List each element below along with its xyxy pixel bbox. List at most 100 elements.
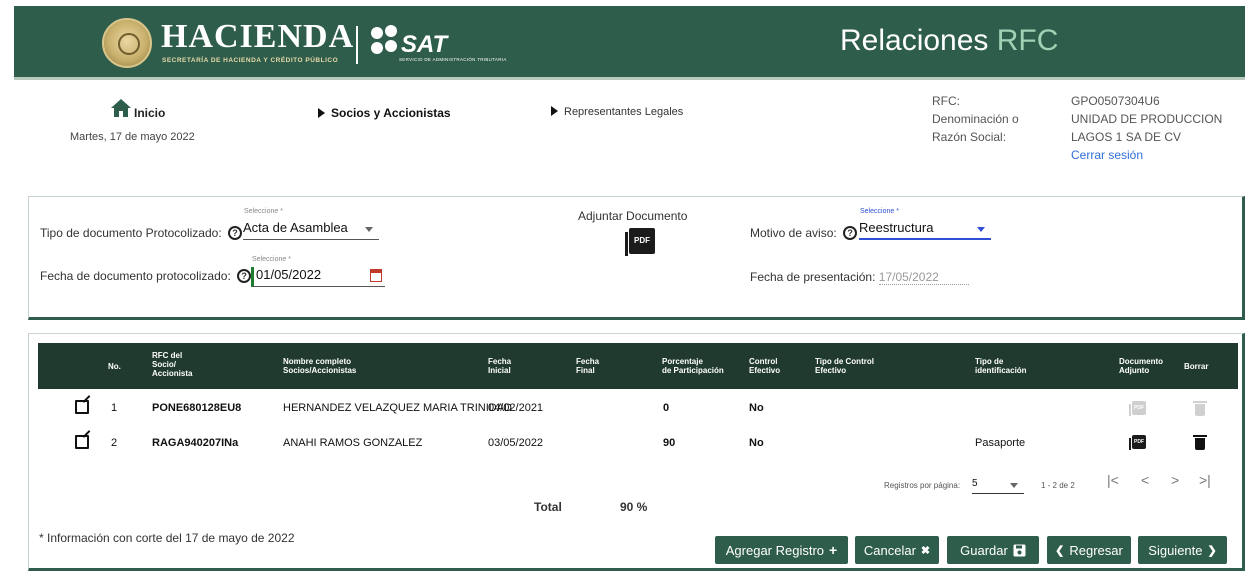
play-icon <box>551 106 558 116</box>
th-fecha-inicial: Fecha Inicial <box>488 357 511 375</box>
app-title-accent: RFC <box>996 24 1059 57</box>
th-fecha-final-line2: Final <box>576 366 595 375</box>
close-icon: ✖ <box>920 544 931 557</box>
th-nombre-line2: Socios/Accionistas <box>283 366 357 375</box>
step-socios-accionistas[interactable]: Socios y Accionistas <box>318 106 451 120</box>
fecha-documento-caption: Seleccione * <box>252 256 291 263</box>
th-fecha-final-line1: Fecha <box>576 357 600 366</box>
table-row: 1 PONE680128EU8 HERNANDEZ VELAZQUEZ MARI… <box>38 390 1238 426</box>
chevron-down-icon <box>365 227 373 232</box>
rfc-label: RFC: <box>932 94 960 108</box>
fecha-presentacion: Fecha de presentación: 17/05/2022 <box>750 270 969 285</box>
cell-nombre: ANAHI RAMOS GONZALEZ <box>283 437 423 449</box>
th-tipo-id-line1: Tipo de <box>975 357 1004 366</box>
step-socios-label: Socios y Accionistas <box>331 106 451 120</box>
cancel-label: Cancelar <box>863 542 916 558</box>
current-date: Martes, 17 de mayo 2022 <box>70 131 195 143</box>
help-icon[interactable]: ? <box>843 226 858 240</box>
th-rfc-line3: Accionista <box>152 369 193 378</box>
back-button[interactable]: ❮ Regresar <box>1047 536 1131 564</box>
pdf-document-icon: PDF <box>1129 401 1146 416</box>
page: HACIENDA SECRETARÍA DE HACIENDA Y CRÉDIT… <box>14 6 1245 571</box>
last-page-button[interactable]: >| <box>1199 472 1211 488</box>
nav-home-link[interactable]: Inicio <box>134 106 165 120</box>
user-info-values: GPO0507304U6 UNIDAD DE PRODUCCION LAGOS … <box>1071 92 1241 164</box>
th-documento-line2: Adjunto <box>1119 366 1150 375</box>
cancel-button[interactable]: Cancelar ✖ <box>855 536 939 564</box>
help-icon[interactable]: ? <box>228 226 243 240</box>
cell-control: No <box>749 402 764 414</box>
cell-control: No <box>749 437 764 449</box>
pdf-upload-icon[interactable]: PDF <box>625 228 655 256</box>
cell-rfc: RAGA940207INa <box>152 437 239 449</box>
add-record-label: Agregar Registro <box>725 542 825 558</box>
plus-icon: + <box>829 542 838 558</box>
chevron-right-icon: ❯ <box>1207 544 1217 557</box>
chevron-left-icon: ❮ <box>1055 544 1065 557</box>
cell-fecha-inicial: 03/05/2022 <box>488 437 544 449</box>
edit-icon[interactable] <box>75 435 89 449</box>
brand-subtitle: SECRETARÍA DE HACIENDA Y CRÉDITO PÚBLICO <box>162 57 339 64</box>
th-tipo-id-line2: identificación <box>975 366 1027 375</box>
cell-tipo-id: Pasaporte <box>975 437 1026 449</box>
next-label: Siguiente <box>1148 542 1203 558</box>
app-title: Relaciones RFC <box>840 24 1058 58</box>
th-porcentaje: Porcentaje de Participación <box>662 357 724 375</box>
first-page-button[interactable]: |< <box>1107 472 1119 488</box>
th-no: No. <box>108 362 121 371</box>
cell-fecha-inicial: 04/02/2021 <box>488 402 544 414</box>
prev-page-button[interactable]: < <box>1141 472 1149 488</box>
page-size-select[interactable]: 5 <box>972 478 1024 494</box>
th-control: Control Efectivo <box>749 357 780 375</box>
next-button[interactable]: Siguiente ❯ <box>1138 536 1227 564</box>
app-title-main: Relaciones <box>840 24 989 57</box>
total-label: Total <box>534 500 562 514</box>
th-documento: Documento Adjunto <box>1119 357 1163 375</box>
government-seal-icon <box>102 18 152 68</box>
denominacion-label: Denominación o <box>932 112 1019 126</box>
help-icon[interactable]: ? <box>237 269 252 283</box>
th-tipo-control: Tipo de Control Efectivo <box>815 357 874 375</box>
chevron-down-icon <box>977 227 985 232</box>
denominacion-value: UNIDAD DE PRODUCCION <box>1071 112 1223 126</box>
step-representantes-legales[interactable]: Representantes Legales <box>551 106 683 118</box>
th-rfc-line2: Socio/ <box>152 360 177 369</box>
tipo-documento-select[interactable]: Acta de Asamblea <box>243 220 379 240</box>
logout-link[interactable]: Cerrar sesión <box>1071 146 1241 164</box>
edit-icon[interactable] <box>75 400 89 414</box>
chevron-down-icon <box>1010 483 1018 488</box>
cell-rfc: PONE680128EU8 <box>152 402 242 414</box>
user-info-labels: RFC: Denominación o Razón Social: <box>932 92 1062 146</box>
th-tipo-id: Tipo de identificación <box>975 357 1027 375</box>
th-porcentaje-line2: de Participación <box>662 366 724 375</box>
save-button[interactable]: Guardar <box>947 536 1039 564</box>
top-header: HACIENDA SECRETARÍA DE HACIENDA Y CRÉDIT… <box>14 6 1245 80</box>
th-fecha-inicial-line2: Inicial <box>488 366 511 375</box>
home-icon[interactable] <box>110 98 132 118</box>
tipo-documento-value: Acta de Asamblea <box>243 220 348 235</box>
th-nombre: Nombre completo Socios/Accionistas <box>283 357 356 375</box>
next-page-button[interactable]: > <box>1171 472 1179 488</box>
calendar-icon[interactable] <box>370 269 382 282</box>
fecha-documento-value: 01/05/2022 <box>256 267 322 282</box>
brand-name: HACIENDA <box>161 18 355 55</box>
th-documento-line1: Documento <box>1119 357 1163 366</box>
footer-note: * Información con corte del 17 de mayo d… <box>39 531 295 545</box>
motivo-aviso-select[interactable]: Reestructura <box>859 220 991 240</box>
th-fecha-final: Fecha Final <box>576 357 599 375</box>
cell-porcentaje: 90 <box>663 437 676 449</box>
razon-social-value: LAGOS 1 SA DE CV <box>1071 130 1182 144</box>
save-label: Guardar <box>960 542 1008 558</box>
pager-range: 1 - 2 de 2 <box>1041 481 1075 490</box>
sat-logo-icon <box>371 25 399 63</box>
cell-no: 1 <box>111 402 118 414</box>
add-record-button[interactable]: Agregar Registro + <box>715 536 848 564</box>
fecha-presentacion-label: Fecha de presentación: <box>750 270 876 284</box>
fecha-documento-input[interactable]: 01/05/2022 <box>251 267 385 287</box>
tipo-documento-label: Tipo de documento Protocolizado: ? <box>40 226 243 240</box>
th-borrar: Borrar <box>1184 362 1209 371</box>
pager-label: Registros por página: <box>884 481 961 490</box>
pdf-document-icon[interactable]: PDF <box>1129 435 1146 450</box>
trash-icon[interactable] <box>1193 435 1207 450</box>
trash-icon <box>1193 401 1207 416</box>
